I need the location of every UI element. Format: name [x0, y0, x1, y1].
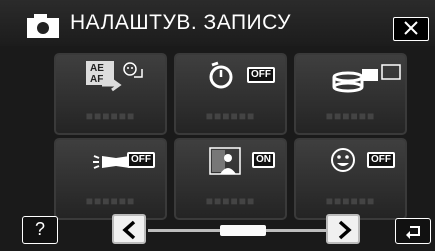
- title-bar: НАЛАШТУВ. ЗАПИСУ: [0, 0, 435, 46]
- status-badge: OFF: [247, 67, 275, 83]
- status-badge: ON: [252, 152, 275, 168]
- page-scroll-thumb[interactable]: [220, 225, 266, 236]
- tile-label: ■■■■■■: [85, 109, 136, 123]
- svg-text:AF: AF: [90, 74, 103, 85]
- chevron-left-icon: [122, 220, 136, 240]
- tile-label: ■■■■■■: [325, 109, 376, 123]
- return-arrow-icon: [406, 226, 420, 239]
- continuous-shooting-tile[interactable]: ■■■■■■: [294, 53, 407, 135]
- self-timer-tile[interactable]: OFF ■■■■■■: [174, 53, 287, 135]
- page-title: НАЛАШТУВ. ЗАПИСУ: [70, 11, 291, 34]
- close-icon: [404, 21, 418, 35]
- previous-page-button[interactable]: [112, 214, 146, 244]
- next-page-button[interactable]: [326, 214, 360, 244]
- svg-text:AE: AE: [90, 63, 104, 74]
- camera-icon: [27, 14, 59, 38]
- back-button[interactable]: [395, 218, 431, 244]
- tile-label: ■■■■■■: [85, 194, 136, 208]
- ae-af-tile[interactable]: AE AF ■■■■■■: [54, 53, 167, 135]
- tile-label: ■■■■■■: [325, 194, 376, 208]
- tile-label: ■■■■■■: [205, 194, 256, 208]
- smile-shot-tile[interactable]: OFF ■■■■■■: [294, 138, 407, 220]
- tile-label: ■■■■■■: [205, 109, 256, 123]
- chevron-right-icon: [338, 220, 352, 240]
- light-tile[interactable]: OFF ■■■■■■: [54, 138, 167, 220]
- close-button[interactable]: [393, 17, 429, 41]
- status-badge: OFF: [367, 152, 395, 168]
- continuous-shooting-icon: [332, 64, 401, 93]
- help-button[interactable]: ?: [22, 216, 58, 244]
- status-badge: OFF: [127, 152, 155, 168]
- backlight-compensation-tile[interactable]: ON ■■■■■■: [174, 138, 287, 220]
- ae-af-face-icon: AE AF: [86, 61, 143, 92]
